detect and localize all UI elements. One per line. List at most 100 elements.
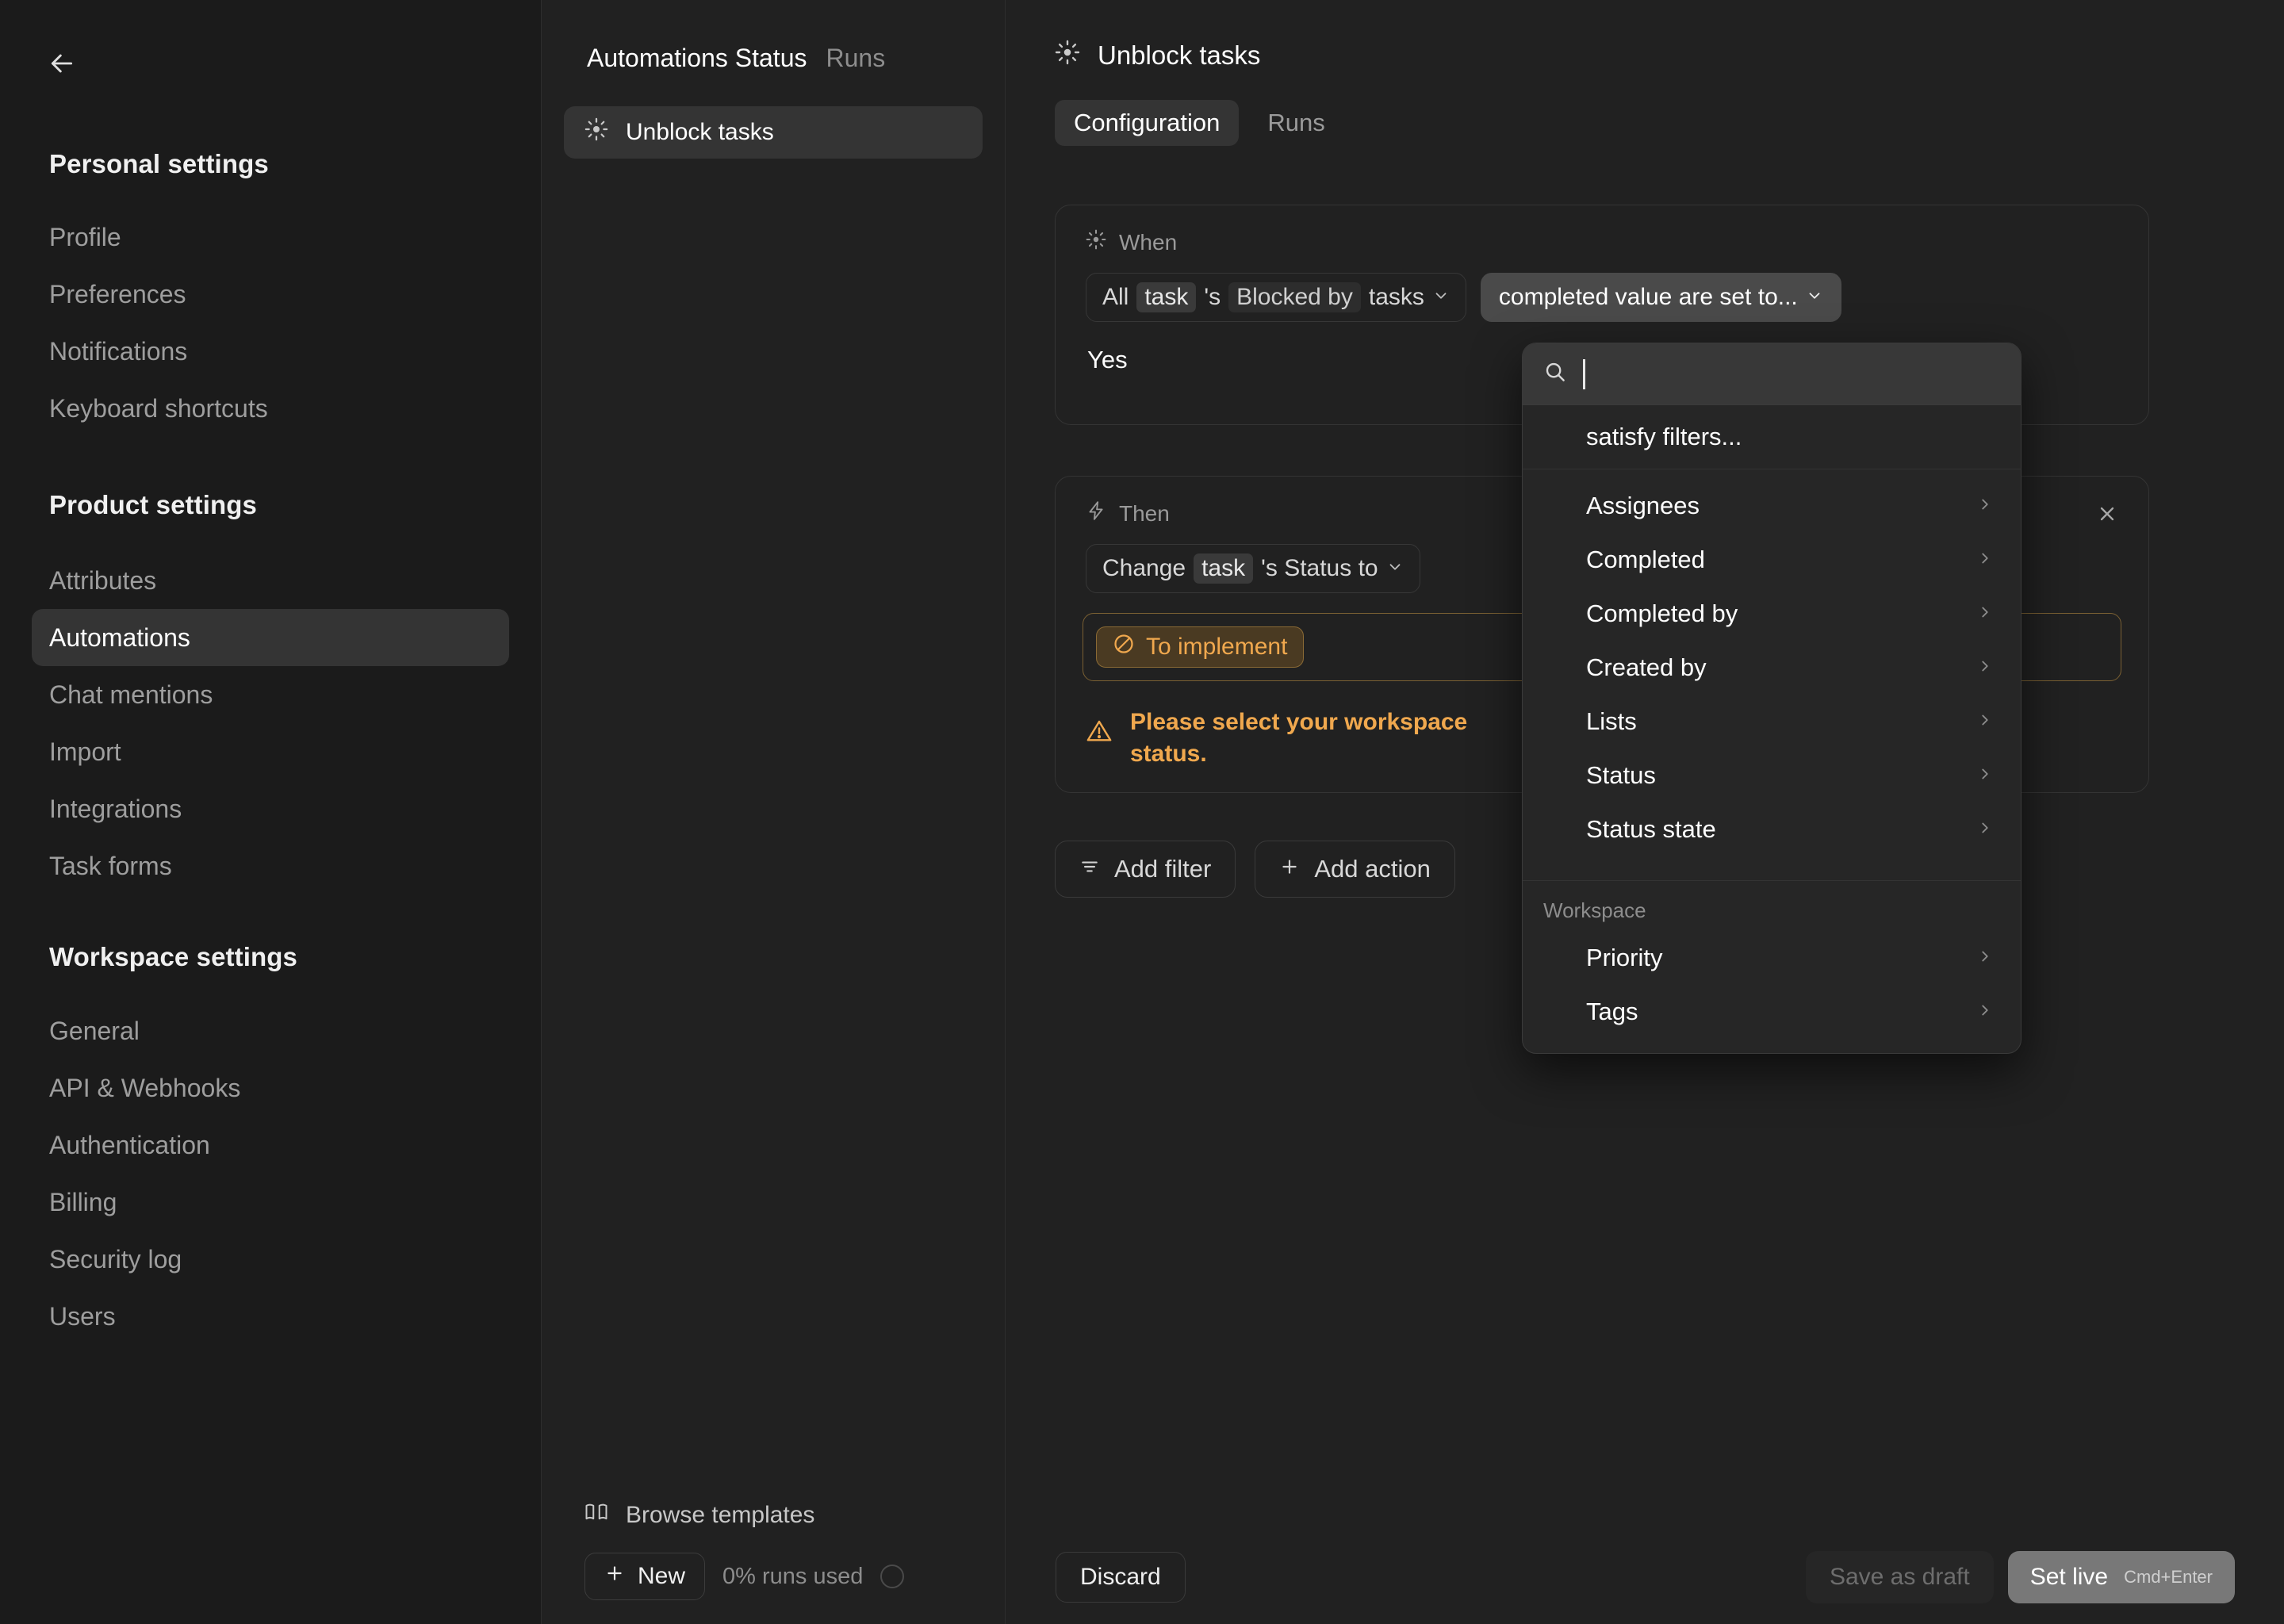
trigger-selector[interactable]: All task 's Blocked by tasks: [1086, 273, 1466, 322]
sidebar-item-keyboard-shortcuts[interactable]: Keyboard shortcuts: [32, 380, 509, 437]
save-as-draft-label: Save as draft: [1829, 1564, 1970, 1590]
new-automation-button[interactable]: New: [584, 1553, 706, 1600]
sidebar-item-profile[interactable]: Profile: [32, 209, 509, 266]
sidebar-item-label: Profile: [49, 222, 121, 251]
action-selector[interactable]: Change task 's Status to: [1086, 544, 1420, 593]
action-suffix: 's Status to: [1261, 555, 1378, 581]
add-filter-label: Add filter: [1114, 855, 1212, 883]
page-title: Unblock tasks: [1055, 40, 1260, 71]
sidebar-item-label: Chat mentions: [49, 680, 213, 709]
dropdown-item-created-by[interactable]: Created by: [1523, 641, 2021, 695]
list-item-unblock-tasks[interactable]: Unblock tasks: [564, 106, 983, 159]
condition-selector[interactable]: completed value are set to...: [1480, 273, 1841, 322]
browse-templates-label: Browse templates: [626, 1502, 815, 1528]
action-prefix: Change: [1102, 555, 1186, 581]
tab-runs-list[interactable]: Runs: [826, 44, 885, 73]
sidebar-item-label: Notifications: [49, 336, 188, 366]
sidebar-item-label: General: [49, 1016, 140, 1045]
sidebar-group-title-personal: Personal settings: [49, 149, 269, 178]
chevron-right-icon: [1976, 763, 1994, 788]
dropdown-option-satisfy-filters[interactable]: satisfy filters...: [1523, 405, 2021, 469]
automations-list-panel: Automations Status Runs Unblock tasks Br…: [542, 0, 1006, 1624]
plus-icon: [1279, 855, 1300, 883]
trigger-object-chip: task: [1136, 282, 1197, 312]
dropdown-item-completed-by[interactable]: Completed by: [1523, 587, 2021, 641]
sidebar-item-automations[interactable]: Automations: [32, 609, 509, 666]
back-button[interactable]: [38, 40, 86, 87]
page-title-text: Unblock tasks: [1098, 40, 1261, 70]
automations-list-footer: Browse templates New 0% runs used: [542, 1489, 1005, 1624]
dropdown-item-completed[interactable]: Completed: [1523, 533, 2021, 587]
dropdown-item-assignees[interactable]: Assignees: [1523, 479, 2021, 533]
sidebar-item-chat-mentions[interactable]: Chat mentions: [32, 666, 509, 723]
dropdown-item-lists[interactable]: Lists: [1523, 695, 2021, 749]
status-badge[interactable]: To implement: [1096, 626, 1305, 668]
sidebar-item-label: Import: [49, 737, 121, 766]
dropdown-item-label: Status: [1586, 761, 1656, 789]
sidebar-item-label: Security log: [49, 1244, 182, 1274]
trigger-relation-chip: Blocked by: [1228, 282, 1361, 312]
remove-action-button[interactable]: [2087, 496, 2128, 537]
sidebar-item-label: Integrations: [49, 794, 182, 823]
filter-icon: [1079, 855, 1100, 883]
search-icon: [1543, 360, 1567, 388]
dropdown-item-label: Lists: [1586, 707, 1637, 735]
tab-configuration-label: Configuration: [1074, 109, 1221, 136]
sidebar-item-users[interactable]: Users: [32, 1288, 509, 1345]
add-filter-button[interactable]: Add filter: [1055, 841, 1236, 898]
arrow-left-icon: [46, 48, 78, 79]
dropdown-item-status-state[interactable]: Status state: [1523, 802, 2021, 856]
sidebar-item-label: Automations: [49, 622, 190, 652]
sidebar-item-api-webhooks[interactable]: API & Webhooks: [32, 1059, 509, 1116]
close-icon: [2096, 502, 2118, 531]
discard-button[interactable]: Discard: [1056, 1552, 1186, 1603]
add-action-button[interactable]: Add action: [1255, 841, 1455, 898]
automations-list-header: Automations Status Runs: [587, 44, 885, 73]
tab-configuration[interactable]: Configuration: [1055, 100, 1240, 146]
sidebar-item-label: Task forms: [49, 851, 172, 880]
plus-icon: [604, 1563, 625, 1590]
dropdown-search-row[interactable]: [1523, 343, 2021, 405]
dropdown-item-label: Status state: [1586, 815, 1716, 843]
browse-templates-button[interactable]: Browse templates: [564, 1489, 983, 1542]
automation-sun-icon: [584, 117, 608, 147]
sidebar-item-general[interactable]: General: [32, 1002, 509, 1059]
dropdown-option-label: satisfy filters...: [1586, 423, 1742, 450]
sidebar-item-notifications[interactable]: Notifications: [32, 323, 509, 380]
status-warning-text: Please select your workspace status.: [1130, 709, 1468, 767]
sidebar-item-label: API & Webhooks: [49, 1073, 241, 1102]
chevron-right-icon: [1976, 493, 1994, 519]
add-buttons-row: Add filter Add action: [1055, 841, 1455, 898]
book-icon: [584, 1500, 608, 1530]
sidebar-item-label: Attributes: [49, 565, 157, 595]
save-as-draft-button[interactable]: Save as draft: [1805, 1551, 1994, 1603]
list-item-label: Unblock tasks: [626, 119, 774, 145]
when-card-label: When: [1056, 205, 2148, 255]
dropdown-item-status[interactable]: Status: [1523, 749, 2021, 802]
chevron-down-icon: [1386, 555, 1404, 582]
dropdown-item-priority[interactable]: Priority: [1523, 931, 2021, 985]
sidebar-item-integrations[interactable]: Integrations: [32, 780, 509, 837]
dropdown-item-label: Tags: [1586, 998, 1638, 1025]
trigger-possessive: 's: [1204, 284, 1221, 310]
sidebar-item-preferences[interactable]: Preferences: [32, 266, 509, 323]
dropdown-item-label: Assignees: [1586, 492, 1700, 519]
sidebar-item-authentication[interactable]: Authentication: [32, 1116, 509, 1174]
chevron-right-icon: [1976, 817, 1994, 842]
chevron-down-icon: [1806, 284, 1823, 311]
set-live-label: Set live: [2029, 1564, 2109, 1590]
sidebar-item-import[interactable]: Import: [32, 723, 509, 780]
dropdown-attribute-list: Assignees Completed Completed by Created…: [1523, 469, 2021, 871]
sidebar-item-billing[interactable]: Billing: [32, 1174, 509, 1231]
when-trigger-row: All task 's Blocked by tasks completed v…: [1056, 255, 2148, 322]
sidebar-item-attributes[interactable]: Attributes: [32, 552, 509, 609]
set-live-shortcut: Cmd+Enter: [2124, 1567, 2213, 1587]
status-warning-message: Please select your workspace status.: [1086, 707, 1530, 769]
set-live-button[interactable]: Set live Cmd+Enter: [2007, 1551, 2235, 1603]
sidebar-item-security-log[interactable]: Security log: [32, 1231, 509, 1288]
dropdown-item-tags[interactable]: Tags: [1523, 985, 2021, 1039]
sidebar-item-task-forms[interactable]: Task forms: [32, 837, 509, 894]
tab-runs[interactable]: Runs: [1248, 100, 1343, 146]
chevron-right-icon: [1976, 709, 1994, 734]
action-object-chip: task: [1194, 553, 1254, 584]
